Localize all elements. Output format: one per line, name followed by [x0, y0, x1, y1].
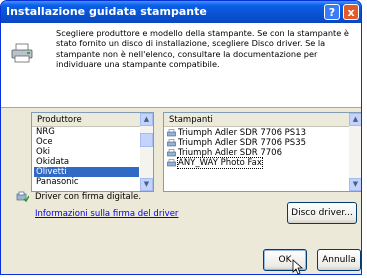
- manufacturer-item[interactable]: Okidata: [34, 157, 139, 167]
- manufacturer-item[interactable]: Oce: [34, 137, 139, 147]
- title-bar[interactable]: Installazione guidata stampante ? x: [1, 1, 361, 23]
- scroll-up-arrow-icon[interactable]: ▲: [140, 113, 153, 126]
- manufacturer-list[interactable]: Produttore NRG Oce Oki Okidata Olivetti Panas…: [31, 112, 154, 192]
- manufacturer-list-header: Produttore: [32, 113, 153, 127]
- window-title: Installazione guidata stampante: [6, 5, 207, 18]
- printer-item[interactable]: Triumph Adler SDR 7706: [167, 148, 348, 158]
- printer-icon: [11, 43, 33, 63]
- have-disk-button[interactable]: Disco driver...: [287, 202, 357, 224]
- wizard-header: Scegliere produttore e modello della sta…: [1, 23, 361, 108]
- printer-item-label: Triumph Adler SDR 7706 PS13: [178, 128, 307, 138]
- driver-signing-link[interactable]: Informazioni sulla firma del driver: [35, 209, 178, 219]
- printer-item[interactable]: Triumph Adler SDR 7706 PS13: [167, 128, 348, 138]
- manufacturer-item[interactable]: Oki: [34, 147, 139, 157]
- cancel-button[interactable]: Annulla: [317, 249, 361, 271]
- scroll-down-arrow-icon[interactable]: ▼: [349, 178, 361, 191]
- printer-list-header: Stampanti: [164, 113, 361, 127]
- scroll-up-arrow-icon[interactable]: ▲: [349, 113, 361, 126]
- mouse-pointer-icon: [292, 259, 303, 274]
- printer-model-icon: [167, 129, 176, 137]
- printer-item[interactable]: ANY_WAY Photo Fax: [167, 157, 348, 169]
- manufacturer-scrollbar[interactable]: ▲ ▼: [140, 113, 153, 191]
- signed-driver-note: Driver con firma digitale.: [16, 191, 141, 202]
- manufacturer-item[interactable]: Olivetti: [34, 167, 139, 177]
- signed-driver-label: Driver con firma digitale.: [35, 191, 142, 202]
- manufacturer-item[interactable]: NRG: [34, 127, 139, 137]
- printer-item-label: ANY_WAY Photo Fax: [177, 157, 263, 169]
- close-button[interactable]: x: [343, 4, 359, 20]
- manufacturer-item[interactable]: Panasonic: [34, 177, 139, 187]
- printer-items: Triumph Adler SDR 7706 PS13 Triumph Adler…: [167, 128, 348, 169]
- manufacturer-items: NRG Oce Oki Okidata Olivetti Panasonic: [34, 127, 139, 187]
- scroll-thumb[interactable]: [140, 133, 153, 147]
- help-button[interactable]: ?: [324, 4, 340, 20]
- printer-item-label: Triumph Adler SDR 7706 PS35: [178, 138, 307, 148]
- printer-list[interactable]: Stampanti Triumph Adler SDR 7706 PS13 Tri…: [163, 112, 361, 192]
- printer-model-icon: [167, 149, 176, 157]
- scroll-down-arrow-icon[interactable]: ▼: [140, 178, 153, 191]
- printer-model-icon: [167, 139, 176, 147]
- signed-driver-icon: [16, 191, 29, 202]
- instructions-text: Scegliere produttore e modello della sta…: [56, 28, 349, 70]
- printer-scrollbar[interactable]: ▲ ▼: [349, 113, 361, 191]
- printer-wizard-window: Installazione guidata stampante ? x Sceg…: [0, 0, 362, 275]
- printer-item-label: Triumph Adler SDR 7706: [178, 148, 282, 158]
- printer-model-icon: [167, 159, 176, 167]
- printer-item[interactable]: Triumph Adler SDR 7706 PS35: [167, 138, 348, 148]
